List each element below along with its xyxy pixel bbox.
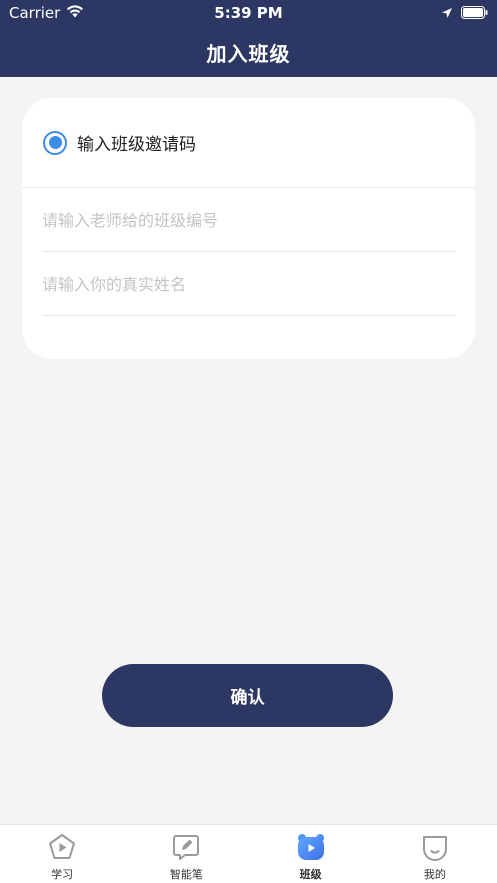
tab-smart-pen-label: 智能笔 <box>169 868 203 881</box>
pen-icon <box>171 832 201 862</box>
real-name-field <box>42 253 455 316</box>
class-code-input[interactable] <box>42 200 455 240</box>
radio-dot <box>48 136 62 149</box>
confirm-button[interactable]: 确认 <box>102 664 393 727</box>
invite-code-option[interactable]: 输入班级邀请码 <box>22 98 475 188</box>
real-name-input[interactable] <box>42 264 455 304</box>
battery-icon <box>461 5 488 23</box>
tab-bar: 学习 智能笔 班级 我的 <box>0 824 497 883</box>
profile-face-icon <box>420 832 450 862</box>
tab-mine[interactable]: 我的 <box>373 825 497 883</box>
class-bear-icon <box>296 832 326 862</box>
status-time: 5:39 PM <box>214 4 283 22</box>
radio-selected-icon[interactable] <box>43 130 67 155</box>
tab-mine-label: 我的 <box>423 868 446 881</box>
tab-class[interactable]: 班级 <box>249 825 373 883</box>
header-bar: Carrier 5:39 PM 加入班级 <box>0 0 497 77</box>
tab-study-label: 学习 <box>51 868 74 881</box>
page-title: 加入班级 <box>206 42 291 66</box>
status-bar: Carrier 5:39 PM <box>0 0 497 26</box>
status-indicators <box>441 5 488 23</box>
tab-study[interactable]: 学习 <box>0 825 124 883</box>
join-class-card: 输入班级邀请码 <box>22 98 475 359</box>
tab-class-label: 班级 <box>299 868 322 881</box>
tab-smart-pen[interactable]: 智能笔 <box>124 825 248 883</box>
location-arrow-icon <box>441 5 453 23</box>
class-code-field <box>42 189 455 252</box>
play-pentagon-icon <box>47 832 77 862</box>
invite-code-option-label: 输入班级邀请码 <box>77 135 196 155</box>
